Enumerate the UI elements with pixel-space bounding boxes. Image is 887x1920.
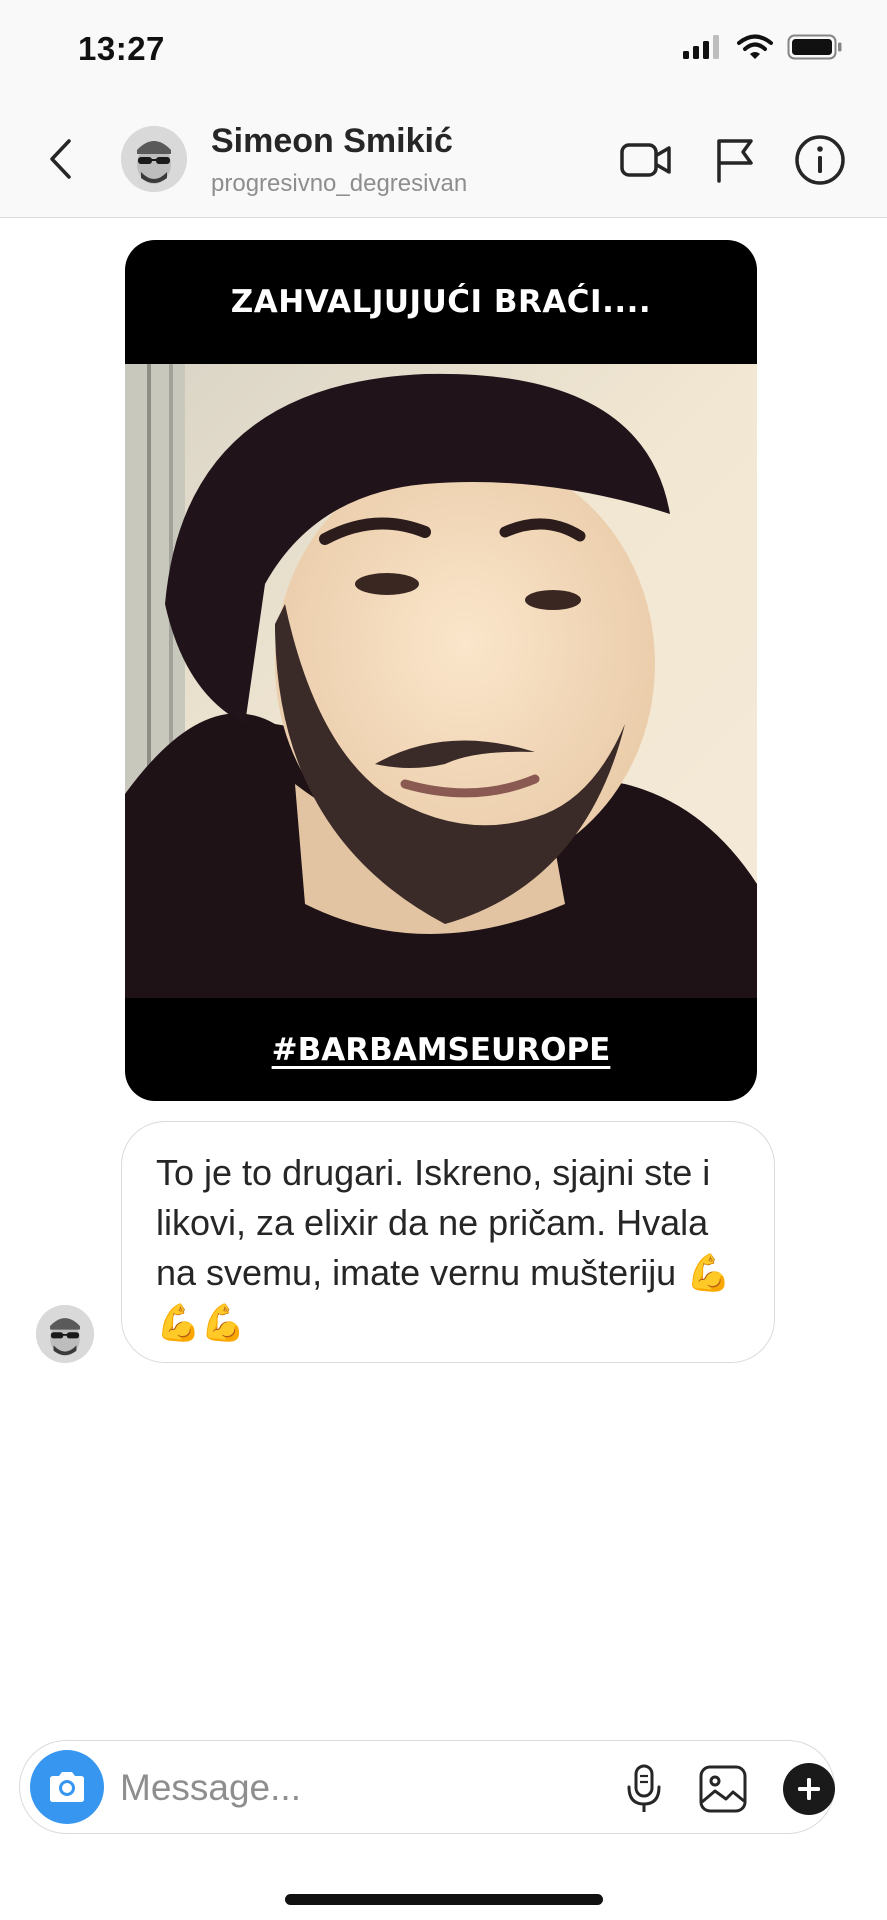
back-icon xyxy=(50,139,71,179)
video-call-icon xyxy=(620,143,671,177)
home-indicator[interactable] xyxy=(285,1894,603,1905)
camera-icon xyxy=(50,1772,84,1802)
message-avatar[interactable] xyxy=(36,1305,94,1363)
more-options-button[interactable] xyxy=(783,1763,835,1815)
flag-icon xyxy=(717,139,753,183)
report-button[interactable] xyxy=(707,132,763,188)
wifi-icon xyxy=(737,34,773,65)
status-bar: 13:27 xyxy=(0,0,887,100)
info-button[interactable] xyxy=(792,132,848,188)
battery-icon xyxy=(787,34,843,65)
voice-message-button[interactable] xyxy=(618,1763,670,1815)
video-call-button[interactable] xyxy=(618,132,674,188)
gallery-button[interactable] xyxy=(697,1763,749,1815)
status-time: 13:27 xyxy=(78,30,165,67)
message-bubble[interactable]: To je to drugari. Iskreno, sjajni ste i … xyxy=(121,1121,775,1363)
chat-header: Simeon Smikić progresivno_degresivan xyxy=(0,100,887,218)
message-text: To je to drugari. Iskreno, sjajni ste i … xyxy=(156,1152,732,1343)
camera-button[interactable] xyxy=(30,1750,104,1824)
info-icon xyxy=(795,135,845,185)
status-icons xyxy=(683,34,843,65)
story-top-banner: ZAHVALJUJUĆI BRAĆI.... xyxy=(125,240,757,364)
story-photo xyxy=(125,364,757,998)
message-input[interactable] xyxy=(120,1763,590,1813)
back-button[interactable] xyxy=(40,136,80,182)
plus-icon xyxy=(798,1778,820,1800)
story-hashtag[interactable]: #BARBAMSEUROPE xyxy=(272,1032,611,1068)
microphone-icon xyxy=(627,1764,661,1812)
chat-username: progresivno_degresivan xyxy=(211,170,468,197)
chat-title[interactable]: Simeon Smikić xyxy=(211,122,453,161)
message-composer xyxy=(19,1740,835,1834)
shared-story[interactable]: ZAHVALJUJUĆI BRAĆI.... #BARBAMSEUROPE xyxy=(125,240,757,1101)
story-caption: ZAHVALJUJUĆI BRAĆI.... xyxy=(230,284,652,320)
header-avatar[interactable] xyxy=(121,126,187,192)
signal-icon xyxy=(683,35,723,64)
gallery-icon xyxy=(699,1765,747,1813)
story-bottom-banner: #BARBAMSEUROPE xyxy=(125,998,757,1101)
